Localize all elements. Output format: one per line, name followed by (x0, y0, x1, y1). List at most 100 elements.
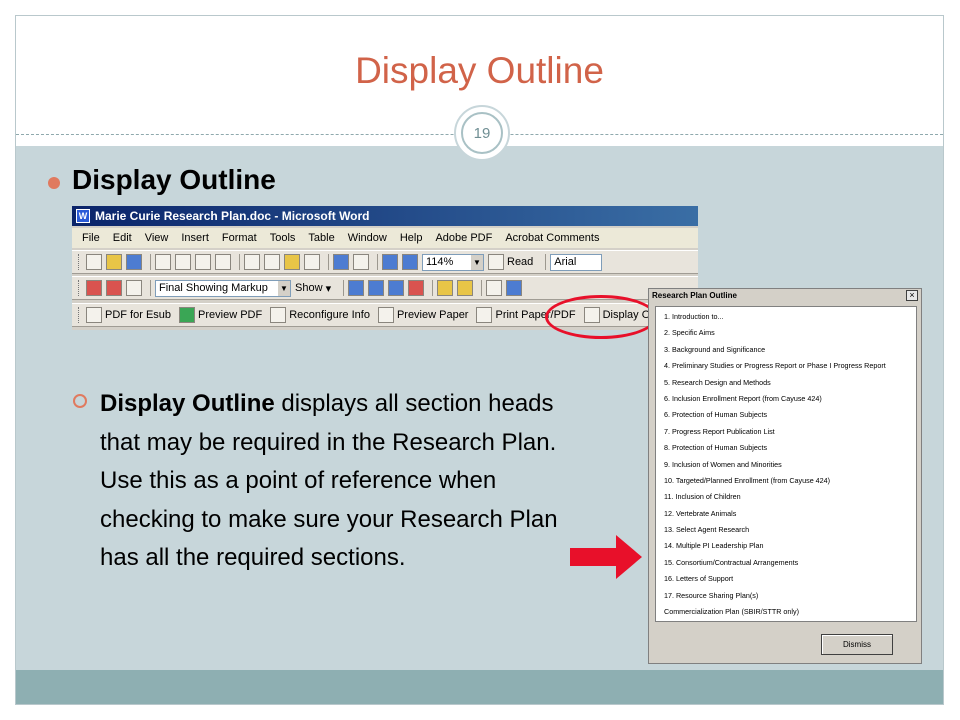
book-icon (488, 254, 504, 270)
outline-item[interactable]: 16. Letters of Support (664, 571, 916, 587)
redo-icon[interactable] (353, 254, 369, 270)
standard-toolbar: 114% ▼ Read Arial (72, 250, 698, 274)
word-titlebar: W Marie Curie Research Plan.doc - Micros… (72, 206, 698, 226)
menu-acrobat-comments[interactable]: Acrobat Comments (505, 232, 599, 244)
dismiss-button[interactable]: Dismiss (821, 634, 893, 655)
outline-item[interactable]: 9. Inclusion of Women and Minorities (664, 457, 916, 473)
menu-tools[interactable]: Tools (270, 232, 296, 244)
markup-value: Final Showing Markup (159, 282, 268, 294)
outline-item[interactable]: 15. Consortium/Contractual Arrangements (664, 555, 916, 571)
menu-window[interactable]: Window (348, 232, 387, 244)
page-number-badge: 19 (454, 105, 510, 161)
outline-item[interactable]: 8. Protection of Human Subjects (664, 440, 916, 456)
pdf-for-esub-button[interactable]: PDF for Esub (86, 307, 171, 323)
cut-icon[interactable] (244, 254, 260, 270)
footer-band (16, 670, 943, 704)
hyperlink-icon[interactable] (382, 254, 398, 270)
preview-icon (179, 307, 196, 323)
previous-change-icon[interactable] (348, 280, 365, 296)
outline-item[interactable]: 3. Background and Significance (664, 342, 916, 358)
toolbar-separator (328, 254, 329, 270)
sub-bullet-body: displays all section heads that may be r… (100, 390, 558, 571)
zoom-select[interactable]: 114% ▼ (422, 253, 484, 271)
toolbar-separator (481, 280, 483, 296)
save-icon[interactable] (126, 254, 142, 270)
outline-item[interactable]: 6. Protection of Human Subjects (664, 407, 916, 423)
toolbar-separator (545, 254, 547, 270)
menu-edit[interactable]: Edit (113, 232, 132, 244)
menu-bar: File Edit View Insert Format Tools Table… (72, 228, 698, 248)
show-button[interactable]: Show ▾ (295, 282, 331, 295)
keyboard-icon (270, 307, 287, 323)
dialog-title: Research Plan Outline (649, 289, 921, 303)
outline-item[interactable]: 5. Research Design and Methods (664, 375, 916, 391)
menu-insert[interactable]: Insert (181, 232, 209, 244)
bullet-dot-icon (48, 177, 60, 189)
toolbar-separator (377, 254, 378, 270)
reject-change-icon[interactable] (408, 280, 425, 296)
menu-format[interactable]: Format (222, 232, 257, 244)
outline-item[interactable]: 2. Specific Aims (664, 325, 916, 341)
menu-file[interactable]: File (82, 232, 100, 244)
outline-item[interactable]: 11. Inclusion of Children (664, 489, 916, 505)
insert-comment-icon[interactable] (437, 280, 454, 296)
pdf-review-icon[interactable] (126, 280, 142, 296)
preview-pdf-button[interactable]: Preview PDF (179, 307, 262, 323)
outline-item[interactable]: 17. Resource Sharing Plan(s) (664, 588, 916, 604)
bullet-heading: Display Outline (72, 164, 276, 195)
menu-adobe-pdf[interactable]: Adobe PDF (435, 232, 492, 244)
right-arrow-icon (570, 535, 642, 579)
next-change-icon[interactable] (368, 280, 385, 296)
track-changes-icon[interactable] (486, 280, 503, 296)
read-button[interactable]: Read (488, 254, 533, 270)
menu-view[interactable]: View (145, 232, 169, 244)
open-folder-icon[interactable] (106, 254, 122, 270)
print-icon[interactable] (155, 254, 171, 270)
outline-item[interactable]: Commercialization Plan (SBIR/STTR only) (664, 604, 916, 620)
menu-table[interactable]: Table (308, 232, 334, 244)
outline-item[interactable]: 13. Select Agent Research (664, 522, 916, 538)
format-painter-icon[interactable] (304, 254, 320, 270)
outline-list[interactable]: 1. Introduction to... 2. Specific Aims 3… (655, 306, 917, 622)
outline-item[interactable]: 7. Progress Report Publication List (664, 424, 916, 440)
show-label: Show (295, 282, 323, 294)
sub-bullet-bold: Display Outline (100, 390, 275, 417)
page-number: 19 (461, 112, 503, 154)
outline-item[interactable]: 12. Vertebrate Animals (664, 506, 916, 522)
spelling-icon[interactable] (195, 254, 211, 270)
menu-help[interactable]: Help (400, 232, 423, 244)
pdf-file-icon (86, 307, 102, 323)
new-document-icon[interactable] (86, 254, 102, 270)
font-select[interactable]: Arial (550, 253, 603, 271)
preview-pdf-label: Preview PDF (198, 309, 263, 321)
paste-icon[interactable] (284, 254, 300, 270)
undo-icon[interactable] (333, 254, 349, 270)
close-icon[interactable]: × (906, 290, 918, 301)
pdf-icon[interactable] (86, 280, 102, 296)
sub-bullet-ring-icon (73, 394, 87, 408)
toolbar-grip (78, 280, 81, 296)
preview-paper-button[interactable]: Preview Paper (377, 307, 468, 323)
pdf-mail-icon[interactable] (106, 280, 122, 296)
table-icon[interactable] (402, 254, 418, 270)
read-label: Read (507, 256, 534, 268)
reviewing-pane-icon[interactable] (506, 280, 523, 296)
research-icon[interactable] (215, 254, 231, 270)
chevron-down-icon: ▼ (471, 254, 483, 270)
outline-item[interactable]: 4. Preliminary Studies or Progress Repor… (664, 358, 916, 374)
copy-icon[interactable] (264, 254, 280, 270)
outline-item[interactable]: 6. Inclusion Enrollment Report (from Cay… (664, 391, 916, 407)
outline-item[interactable]: 10. Targeted/Planned Enrollment (from Ca… (664, 473, 916, 489)
sub-bullet-text: Display Outline displays all section hea… (100, 385, 590, 578)
outline-item[interactable]: 14. Multiple PI Leadership Plan (664, 538, 916, 554)
zoom-value: 114% (426, 256, 454, 268)
reconfigure-info-label: Reconfigure Info (289, 309, 370, 321)
outline-item[interactable]: 1. Introduction to... (664, 309, 916, 325)
accept-change-icon[interactable] (388, 280, 405, 296)
highlight-icon[interactable] (457, 280, 474, 296)
printer-icon (476, 307, 493, 323)
markup-select[interactable]: Final Showing Markup ▼ (155, 279, 291, 297)
reconfigure-info-button[interactable]: Reconfigure Info (270, 307, 370, 323)
highlight-circle (545, 295, 657, 339)
print-preview-icon[interactable] (175, 254, 191, 270)
